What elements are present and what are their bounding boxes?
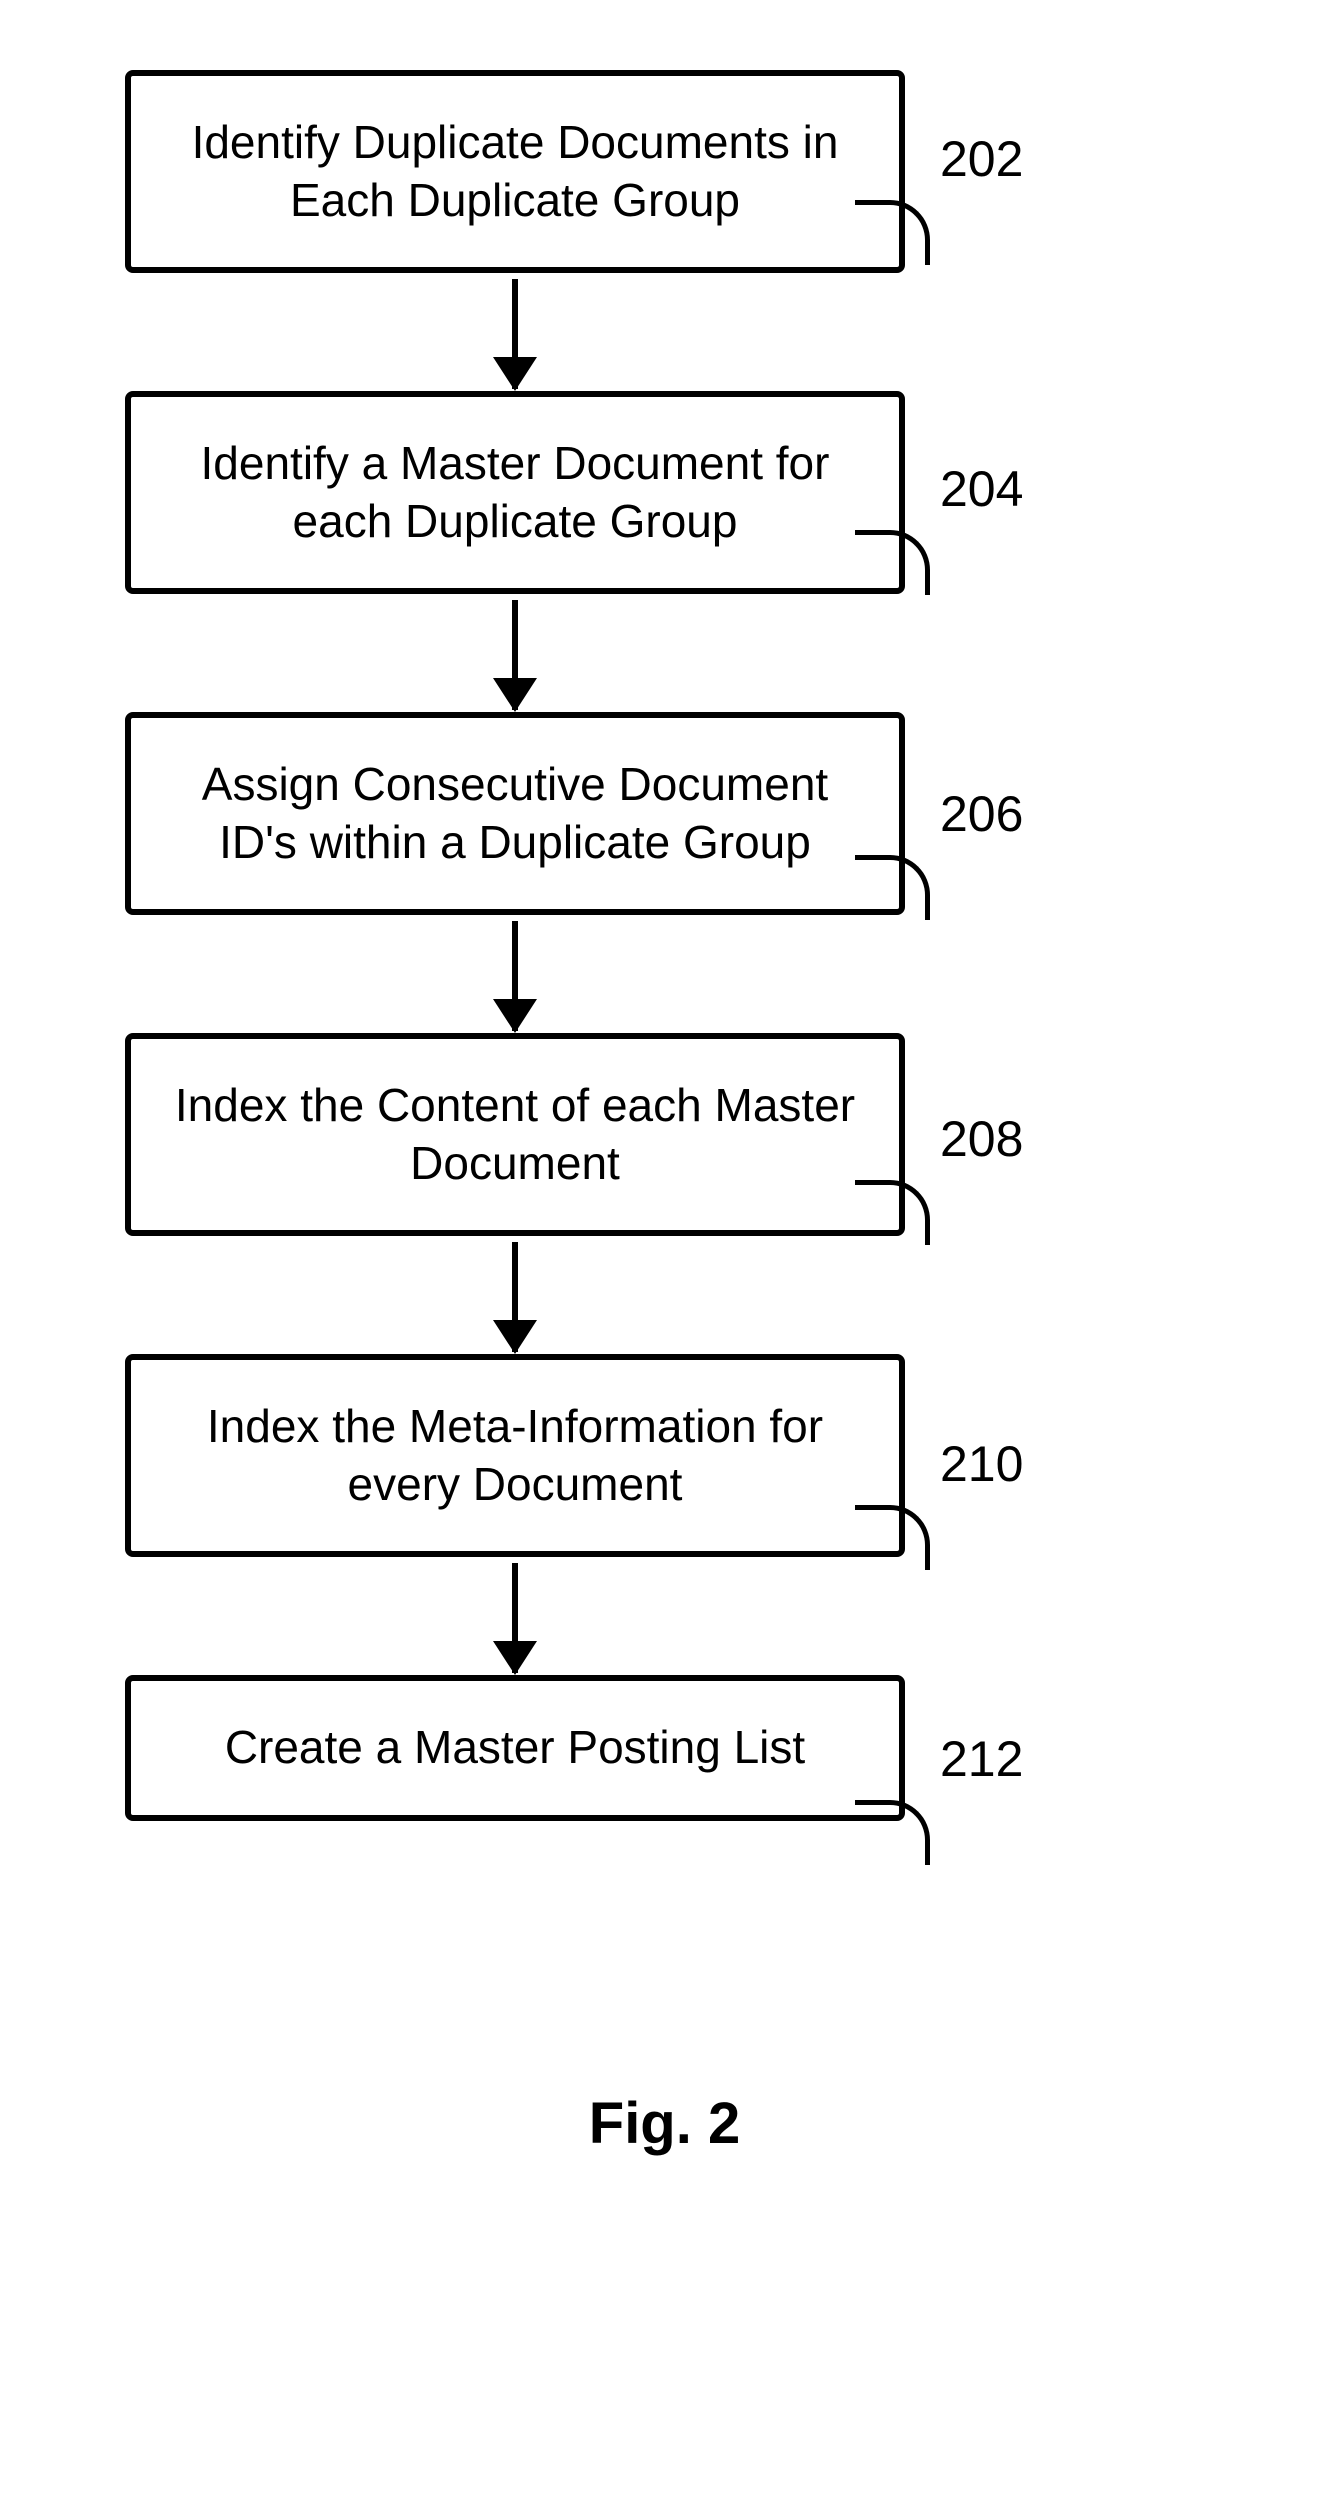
ref-208: 208 <box>940 1110 1023 1168</box>
ref-206: 206 <box>940 785 1023 843</box>
arrow-icon <box>512 1242 518 1352</box>
figure-caption: Fig. 2 <box>0 2090 1329 2157</box>
step-208-text: Index the Content of each Master Documen… <box>175 1079 855 1189</box>
step-210-text: Index the Meta-Information for every Doc… <box>207 1400 823 1510</box>
diagram-canvas: Identify Duplicate Documents in Each Dup… <box>0 0 1329 2497</box>
step-212-box: Create a Master Posting List <box>125 1675 905 1821</box>
arrow-icon <box>512 279 518 389</box>
ref-212: 212 <box>940 1730 1023 1788</box>
ref-204: 204 <box>940 460 1023 518</box>
step-202-text: Identify Duplicate Documents in Each Dup… <box>192 116 839 226</box>
step-212-text: Create a Master Posting List <box>225 1721 805 1773</box>
flowchart: Identify Duplicate Documents in Each Dup… <box>80 70 950 1821</box>
arrow-icon <box>512 1563 518 1673</box>
ref-202: 202 <box>940 130 1023 188</box>
step-202-box: Identify Duplicate Documents in Each Dup… <box>125 70 905 273</box>
step-208-box: Index the Content of each Master Documen… <box>125 1033 905 1236</box>
ref-210: 210 <box>940 1435 1023 1493</box>
step-206-box: Assign Consecutive Document ID's within … <box>125 712 905 915</box>
arrow-icon <box>512 921 518 1031</box>
step-210-box: Index the Meta-Information for every Doc… <box>125 1354 905 1557</box>
step-206-text: Assign Consecutive Document ID's within … <box>202 758 828 868</box>
arrow-icon <box>512 600 518 710</box>
step-204-box: Identify a Master Document for each Dupl… <box>125 391 905 594</box>
step-204-text: Identify a Master Document for each Dupl… <box>201 437 830 547</box>
